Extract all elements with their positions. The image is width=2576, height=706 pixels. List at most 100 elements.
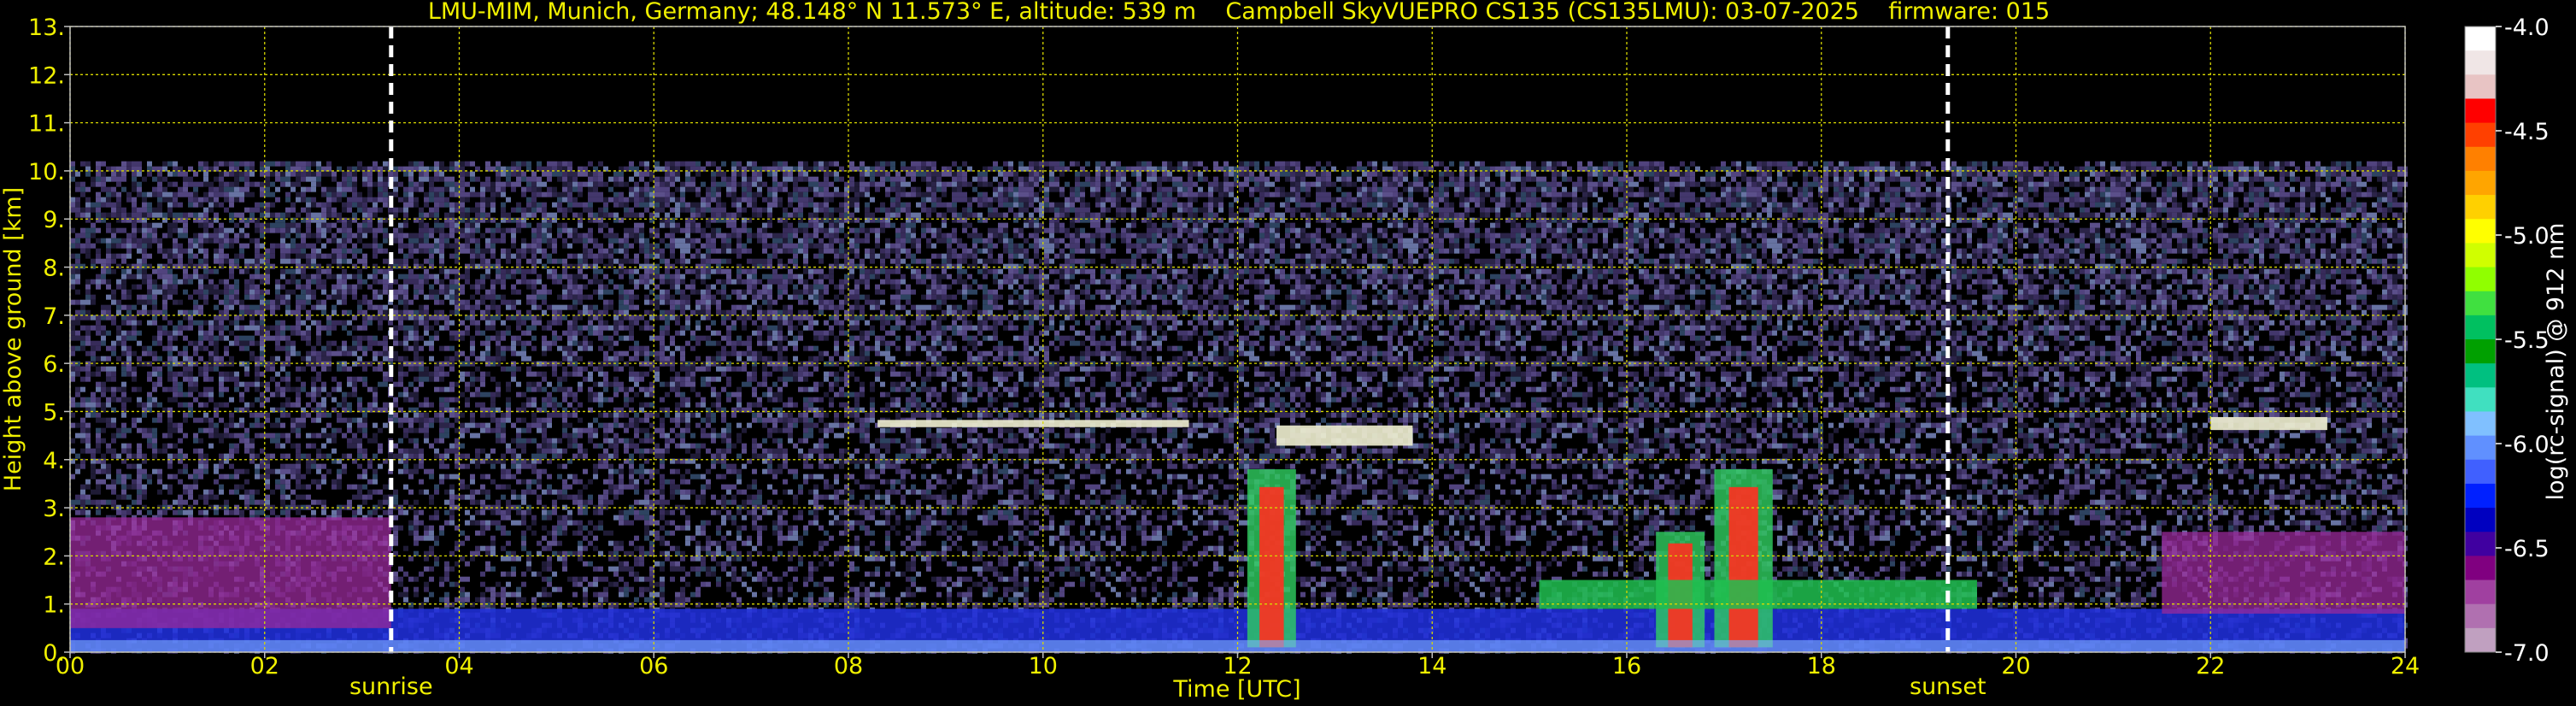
- noise-cell: [244, 305, 249, 310]
- noise-cell: [306, 469, 311, 474]
- noise-cell: [111, 269, 116, 274]
- noise-cell: [111, 172, 116, 177]
- noise-cell: [147, 264, 152, 269]
- noise-cell: [188, 367, 193, 372]
- noise-cell: [106, 367, 111, 372]
- noise-cell: [152, 321, 157, 326]
- noise-cell: [85, 336, 91, 341]
- noise-cell: [285, 182, 290, 187]
- noise-cell: [152, 233, 157, 238]
- noise-cell: [337, 197, 342, 203]
- noise-cell: [301, 454, 306, 459]
- noise-cell: [280, 444, 285, 449]
- noise-cell: [301, 233, 306, 238]
- noise-cell: [214, 295, 219, 300]
- noise-cell: [203, 490, 208, 495]
- noise-cell: [96, 428, 101, 433]
- noise-cell: [126, 233, 132, 238]
- noise-cell: [244, 346, 249, 351]
- noise-cell: [265, 264, 270, 269]
- noise-cell: [219, 372, 224, 377]
- noise-cell: [101, 469, 106, 474]
- noise-cell: [203, 295, 208, 300]
- noise-cell: [162, 187, 167, 192]
- noise-cell: [239, 187, 244, 192]
- noise-cell: [239, 249, 244, 254]
- noise-cell: [265, 162, 270, 167]
- noise-cell: [142, 244, 147, 249]
- noise-cell: [265, 469, 270, 474]
- noise-cell: [239, 300, 244, 305]
- noise-cell: [275, 387, 280, 392]
- noise-cell: [229, 454, 234, 459]
- noise-cell: [239, 213, 244, 218]
- noise-cell: [208, 326, 214, 331]
- noise-cell: [132, 208, 137, 213]
- noise-cell: [121, 269, 126, 274]
- noise-cell: [147, 300, 152, 305]
- noise-cell: [326, 172, 332, 177]
- noise-cell: [275, 223, 280, 228]
- noise-cell: [162, 264, 167, 269]
- noise-cell: [203, 454, 208, 459]
- noise-cell: [137, 187, 142, 192]
- noise-cell: [290, 310, 296, 315]
- noise-cell: [208, 392, 214, 397]
- noise-cell: [132, 172, 137, 177]
- noise-cell: [111, 341, 116, 346]
- noise-cell: [203, 321, 208, 326]
- noise-cell: [188, 495, 193, 500]
- noise-cell: [173, 162, 178, 167]
- noise-cell: [306, 285, 311, 290]
- noise-cell: [316, 233, 321, 238]
- noise-cell: [85, 433, 91, 438]
- noise-cell: [178, 310, 183, 315]
- noise-cell: [290, 228, 296, 233]
- noise-cell: [219, 228, 224, 233]
- noise-cell: [132, 177, 137, 182]
- noise-cell: [265, 305, 270, 310]
- noise-cell: [188, 274, 193, 279]
- noise-cell: [188, 254, 193, 259]
- noise-cell: [306, 433, 311, 438]
- noise-cell: [85, 310, 91, 315]
- noise-cell: [96, 259, 101, 264]
- noise-cell: [316, 469, 321, 474]
- noise-cell: [183, 485, 188, 490]
- noise-cell: [229, 444, 234, 449]
- noise-cell: [239, 418, 244, 423]
- noise-cell: [101, 367, 106, 372]
- noise-cell: [193, 418, 198, 423]
- noise-cell: [121, 295, 126, 300]
- noise-cell: [85, 233, 91, 238]
- noise-cell: [188, 279, 193, 285]
- noise-cell: [224, 279, 229, 285]
- noise-cell: [306, 279, 311, 285]
- noise-cell: [290, 474, 296, 479]
- noise-cell: [157, 479, 162, 485]
- noise-cell: [91, 490, 96, 495]
- noise-cell: [290, 351, 296, 356]
- noise-cell: [80, 428, 85, 433]
- noise-cell: [70, 264, 75, 269]
- noise-cell: [198, 259, 203, 264]
- noise-cell: [316, 351, 321, 356]
- noise-cell: [96, 413, 101, 418]
- noise-cell: [101, 269, 106, 274]
- noise-cell: [290, 203, 296, 208]
- noise-cell: [275, 433, 280, 438]
- noise-cell: [301, 172, 306, 177]
- noise-cell: [96, 321, 101, 326]
- noise-cell: [167, 295, 173, 300]
- noise-cell: [116, 264, 121, 269]
- noise-cell: [316, 454, 321, 459]
- noise-cell: [167, 397, 173, 403]
- noise-cell: [244, 490, 249, 495]
- noise-cell: [306, 485, 311, 490]
- noise-cell: [301, 244, 306, 249]
- noise-cell: [249, 274, 255, 279]
- noise-cell: [157, 510, 162, 515]
- noise-cell: [296, 423, 301, 428]
- noise-cell: [270, 392, 275, 397]
- noise-cell: [255, 218, 260, 223]
